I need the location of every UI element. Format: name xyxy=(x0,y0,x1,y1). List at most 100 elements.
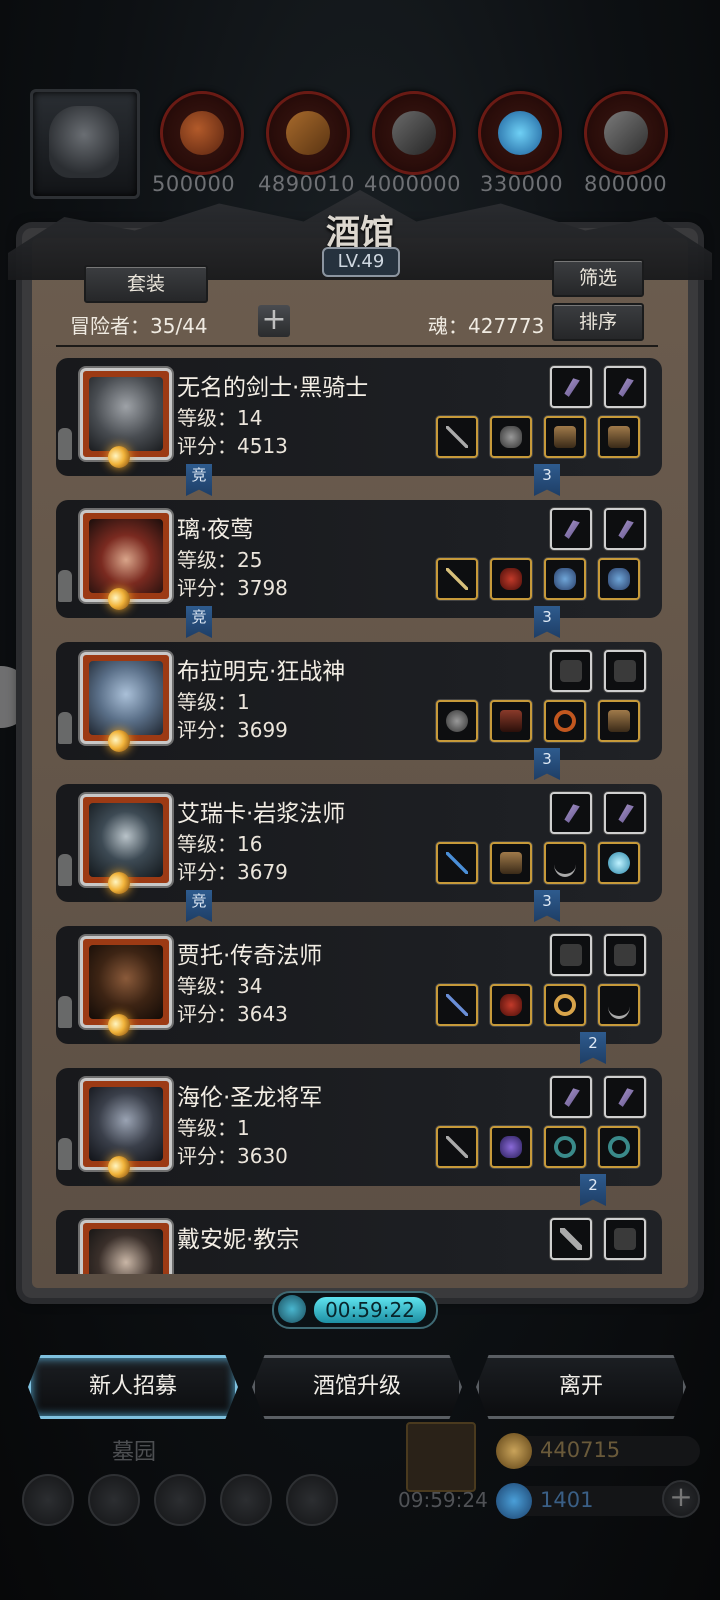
hero-portrait[interactable] xyxy=(80,794,172,886)
boots-slot[interactable] xyxy=(598,700,640,742)
rune-slot[interactable] xyxy=(550,1076,592,1118)
necklace-slot[interactable] xyxy=(598,984,640,1026)
gift-timer: 09:59:24 xyxy=(398,1488,488,1512)
resource-crystal[interactable] xyxy=(478,91,562,175)
rune-slot[interactable] xyxy=(550,650,592,692)
feather-icon xyxy=(618,804,634,823)
leave-button[interactable]: 离开 xyxy=(476,1355,686,1419)
weapon-slot[interactable] xyxy=(436,842,478,884)
boots-icon xyxy=(608,710,630,732)
resource-value: 500000 xyxy=(152,172,236,196)
add-slot-button[interactable]: + xyxy=(258,305,290,337)
ring-slot[interactable] xyxy=(544,984,586,1026)
armor-slot[interactable] xyxy=(544,416,586,458)
player-avatar[interactable] xyxy=(30,89,140,199)
upgrade-tavern-button[interactable]: 酒馆升级 xyxy=(252,1355,462,1419)
ring-slot[interactable] xyxy=(544,700,586,742)
hero-card[interactable]: 布拉明克·狂战神 等级：1 评分：3699 xyxy=(56,642,662,760)
rune-slot[interactable] xyxy=(604,934,646,976)
clock-icon xyxy=(278,1295,306,1323)
rank-tag: 3 xyxy=(534,748,560,780)
iron-icon xyxy=(392,111,436,155)
sword-icon xyxy=(446,426,468,448)
tavern-timer: 00:59:22 xyxy=(272,1291,438,1329)
filter-button[interactable]: 筛选 xyxy=(552,259,644,297)
rune-slot[interactable] xyxy=(604,366,646,408)
rune-slot[interactable] xyxy=(604,1218,646,1260)
spear-icon xyxy=(446,568,468,590)
hero-card[interactable]: 海伦·圣龙将军 等级：1 评分：3630 xyxy=(56,1068,662,1186)
sort-button[interactable]: 排序 xyxy=(552,303,644,341)
hero-card[interactable]: 艾瑞卡·岩浆法师 等级：16 评分：3679 xyxy=(56,784,662,902)
rune-slot[interactable] xyxy=(550,1218,592,1260)
guild-icon[interactable] xyxy=(88,1474,140,1526)
armor-slot[interactable] xyxy=(544,558,586,600)
add-gem-button[interactable]: + xyxy=(662,1480,700,1518)
armor-slot[interactable] xyxy=(490,842,532,884)
hero-list[interactable]: 无名的剑士·黑骑士 等级：14 评分：4513 竞 3 璃·夜莺 等级：25 评… xyxy=(56,358,662,1274)
ring-slot[interactable] xyxy=(598,1126,640,1168)
hero-card[interactable]: 无名的剑士·黑骑士 等级：14 评分：4513 xyxy=(56,358,662,476)
hero-level: 等级：1 xyxy=(177,1116,250,1140)
castle-icon[interactable] xyxy=(154,1474,206,1526)
tomb-label[interactable]: 墓园 xyxy=(112,1434,156,1466)
armor-slot[interactable] xyxy=(490,700,532,742)
hood-slot[interactable] xyxy=(490,558,532,600)
settings-icon[interactable] xyxy=(22,1474,74,1526)
mail-icon[interactable] xyxy=(220,1474,272,1526)
necklace-slot[interactable] xyxy=(544,842,586,884)
weapon-slot[interactable] xyxy=(436,700,478,742)
gift-icon[interactable] xyxy=(406,1422,476,1492)
armor-icon xyxy=(554,426,576,448)
hero-name: 布拉明克·狂战神 xyxy=(177,659,346,685)
resource-steel[interactable] xyxy=(584,91,668,175)
rank-tag: 2 xyxy=(580,1174,606,1206)
hero-portrait[interactable] xyxy=(80,510,172,602)
steel-icon xyxy=(604,111,648,155)
rune-slot[interactable] xyxy=(550,792,592,834)
hero-card[interactable]: 璃·夜莺 等级：25 评分：3798 xyxy=(56,500,662,618)
rune-slot[interactable] xyxy=(550,366,592,408)
weapon-slot[interactable] xyxy=(436,416,478,458)
rune-slot[interactable] xyxy=(550,934,592,976)
set-button[interactable]: 套装 xyxy=(84,265,208,303)
boots-slot[interactable] xyxy=(598,558,640,600)
weapon-slot[interactable] xyxy=(436,558,478,600)
helmet-slot[interactable] xyxy=(490,416,532,458)
rune-slot[interactable] xyxy=(604,792,646,834)
rune-slot[interactable] xyxy=(604,1076,646,1118)
boots-slot[interactable] xyxy=(598,416,640,458)
rune-slot[interactable] xyxy=(604,650,646,692)
ring-slot[interactable] xyxy=(544,1126,586,1168)
feather-icon xyxy=(564,520,580,539)
gold-value: 440715 xyxy=(540,1438,621,1462)
hood-icon xyxy=(500,994,522,1016)
hero-portrait[interactable] xyxy=(80,652,172,744)
hero-silhouette-icon xyxy=(58,428,72,460)
dragon-icon[interactable] xyxy=(286,1474,338,1526)
hero-silhouette-icon xyxy=(58,854,72,886)
weapon-slot[interactable] xyxy=(436,1126,478,1168)
hero-name: 无名的剑士·黑骑士 xyxy=(177,375,369,401)
crystal-icon xyxy=(498,111,542,155)
weapon-slot[interactable] xyxy=(436,984,478,1026)
hood-icon xyxy=(500,568,522,590)
hero-name: 艾瑞卡·岩浆法师 xyxy=(177,801,346,827)
hero-level: 等级：25 xyxy=(177,548,263,572)
hood-slot[interactable] xyxy=(490,984,532,1026)
hero-portrait[interactable] xyxy=(80,1078,172,1170)
resource-iron[interactable] xyxy=(372,91,456,175)
hero-portrait[interactable] xyxy=(80,368,172,460)
recruit-button[interactable]: 新人招募 xyxy=(28,1355,238,1419)
rune-slot[interactable] xyxy=(604,508,646,550)
hero-portrait[interactable] xyxy=(80,1220,172,1274)
armor-slot[interactable] xyxy=(490,1126,532,1168)
hero-card[interactable]: 贾托·传奇法师 等级：34 评分：3643 xyxy=(56,926,662,1044)
resource-leather[interactable] xyxy=(160,91,244,175)
rune-slot[interactable] xyxy=(550,508,592,550)
amulet-slot[interactable] xyxy=(598,842,640,884)
hero-portrait[interactable] xyxy=(80,936,172,1028)
resource-wood[interactable] xyxy=(266,91,350,175)
resource-value: 4000000 xyxy=(364,172,462,196)
hero-card[interactable]: 戴安妮·教宗 xyxy=(56,1210,662,1274)
